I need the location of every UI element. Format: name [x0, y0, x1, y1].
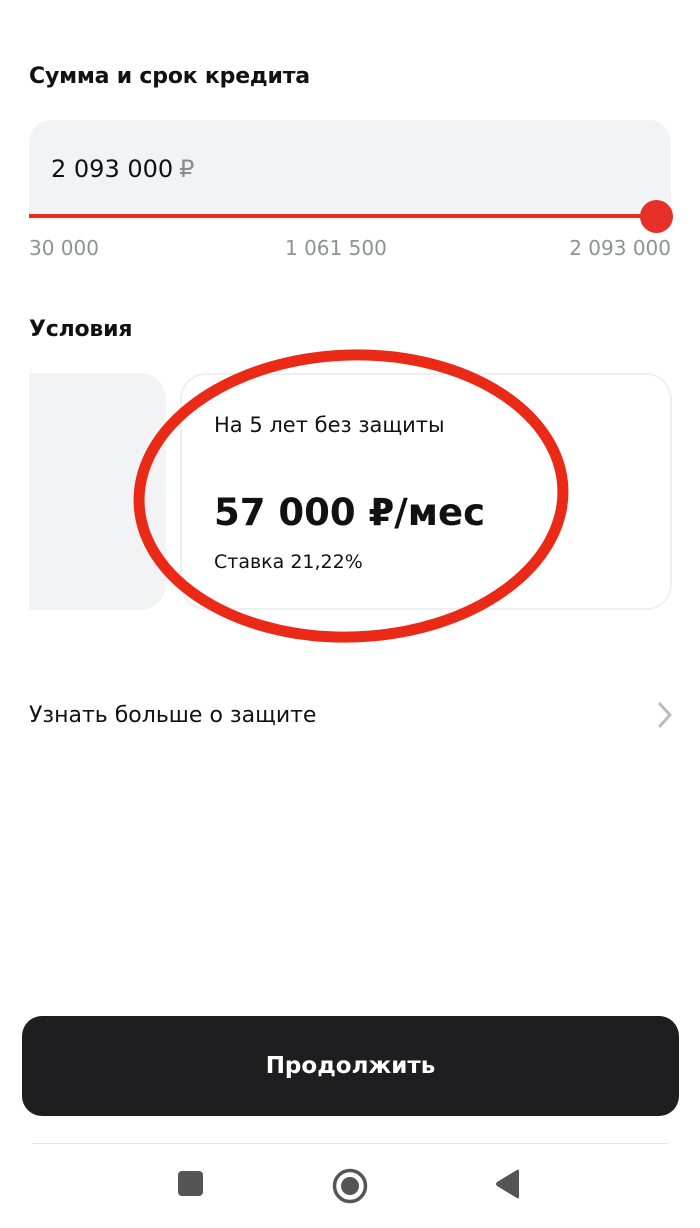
- learn-more-protection-link[interactable]: Узнать больше о защите: [29, 692, 675, 738]
- system-navigation-bar: [0, 1144, 700, 1228]
- home-circle-icon[interactable]: [331, 1168, 369, 1206]
- conditions-title: Условия: [29, 317, 133, 342]
- amount-value-display: 2 093 000 ₽: [51, 155, 194, 183]
- previous-condition-card[interactable]: [29, 373, 166, 610]
- loan-amount-title: Сумма и срок кредита: [29, 64, 310, 89]
- recents-square-icon[interactable]: [176, 1168, 206, 1198]
- interest-rate: Ставка 21,22%: [214, 551, 363, 573]
- condition-card-selected[interactable]: На 5 лет без защиты 57 000 ₽/мес Ставка …: [180, 373, 672, 610]
- slider-max-label: 2 093 000: [569, 236, 671, 260]
- slider-mid-label: 1 061 500: [285, 236, 387, 260]
- amount-slider-thumb[interactable]: [640, 200, 673, 233]
- back-triangle-icon[interactable]: [494, 1168, 522, 1200]
- slider-min-label: 30 000: [29, 236, 99, 260]
- learn-more-label: Узнать больше о защите: [29, 702, 317, 728]
- currency-symbol: ₽: [179, 155, 195, 183]
- amount-value: 2 093 000: [51, 155, 174, 183]
- condition-term: На 5 лет без защиты: [214, 413, 445, 437]
- loan-calculator-screen: Сумма и срок кредита 2 093 000 ₽ 30 000 1…: [0, 0, 700, 1228]
- amount-input-field[interactable]: 2 093 000 ₽: [29, 120, 671, 220]
- chevron-right-icon: [658, 702, 672, 728]
- continue-button[interactable]: Продолжить: [22, 1016, 679, 1116]
- monthly-payment: 57 000 ₽/мес: [214, 491, 486, 534]
- amount-slider-track[interactable]: [29, 214, 657, 218]
